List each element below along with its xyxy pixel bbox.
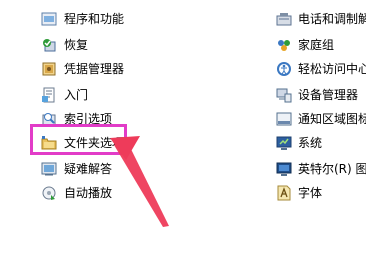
- system-label: 系统: [298, 136, 323, 150]
- notification-area-icon: [276, 111, 292, 127]
- programs-label: 程序和功能: [64, 12, 125, 26]
- ease-of-access-icon: [276, 61, 292, 77]
- control-panel-item-system[interactable]: 系统: [276, 132, 322, 154]
- homegroup-icon: [276, 37, 292, 53]
- ease-of-access-label: 轻松访问中心: [298, 62, 366, 76]
- recovery-label: 恢复: [64, 38, 89, 52]
- fonts-icon: [276, 185, 292, 201]
- control-panel-item-homegroup[interactable]: 家庭组: [276, 34, 334, 56]
- system-icon: [276, 135, 292, 151]
- control-panel-item-device-manager[interactable]: 设备管理器: [276, 84, 358, 106]
- device-manager-icon: [276, 87, 292, 103]
- troubleshooting-icon: [41, 161, 57, 177]
- getting-started-icon: [41, 87, 57, 103]
- control-panel-item-recovery[interactable]: 恢复: [41, 34, 88, 56]
- control-panel-item-fonts[interactable]: 字体: [276, 182, 322, 204]
- phone-modem-icon: [276, 11, 292, 27]
- autoplay-label: 自动播放: [64, 186, 113, 200]
- control-panel-item-intel-graphics[interactable]: 英特尔(R) 图: [276, 158, 366, 180]
- control-panel-item-credential-manager[interactable]: 凭据管理器: [41, 58, 124, 80]
- credential-manager-icon: [41, 61, 57, 77]
- control-panel-item-troubleshooting[interactable]: 疑难解答: [41, 158, 112, 180]
- autoplay-icon: [41, 185, 57, 201]
- fonts-label: 字体: [298, 186, 323, 200]
- control-panel-item-ease-of-access[interactable]: 轻松访问中心: [276, 58, 366, 80]
- recovery-icon: [41, 37, 57, 53]
- control-panel-item-notification-area[interactable]: 通知区域图标: [276, 108, 366, 130]
- notification-area-label: 通知区域图标: [298, 112, 366, 126]
- credential-manager-label: 凭据管理器: [64, 62, 125, 76]
- homegroup-label: 家庭组: [298, 38, 335, 52]
- getting-started-label: 入门: [64, 88, 89, 102]
- control-panel-item-phone-modem[interactable]: 电话和调制解: [276, 8, 366, 30]
- control-panel-item-programs[interactable]: 程序和功能: [41, 8, 124, 30]
- troubleshooting-label: 疑难解答: [64, 162, 113, 176]
- control-panel-item-getting-started[interactable]: 入门: [41, 84, 88, 106]
- programs-icon: [41, 11, 57, 27]
- control-panel-item-autoplay[interactable]: 自动播放: [41, 182, 112, 204]
- intel-graphics-icon: [276, 161, 292, 177]
- intel-graphics-label: 英特尔(R) 图: [298, 162, 366, 176]
- device-manager-label: 设备管理器: [298, 88, 359, 102]
- folder-options-highlight-box: [30, 124, 127, 155]
- phone-modem-label: 电话和调制解: [298, 12, 366, 26]
